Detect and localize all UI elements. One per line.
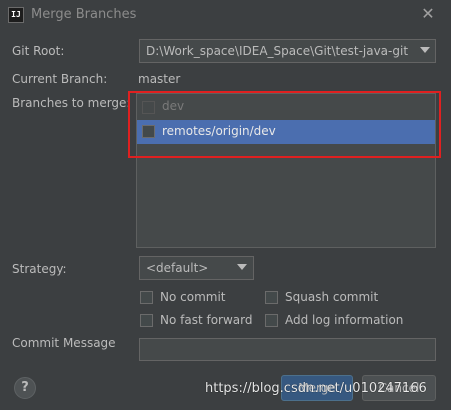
squash-commit-label: Squash commit <box>285 290 379 304</box>
branches-list[interactable]: dev remotes/origin/dev <box>136 93 436 248</box>
strategy-value: <default> <box>146 261 209 275</box>
current-branch-label: Current Branch: <box>12 72 108 86</box>
branch-name-dev: dev <box>162 99 185 113</box>
no-commit-label: No commit <box>160 290 226 304</box>
dialog-title: Merge Branches <box>31 7 137 22</box>
commit-message-field[interactable] <box>139 338 436 361</box>
remotes-origin-dev-checkbox[interactable] <box>142 125 155 138</box>
no-fast-forward-label: No fast forward <box>160 313 253 327</box>
chevron-down-icon <box>420 47 430 53</box>
add-log-information-checkbox[interactable] <box>265 314 278 327</box>
list-item-dev[interactable]: dev <box>137 95 435 119</box>
chevron-down-icon <box>237 264 247 270</box>
no-commit-checkbox[interactable] <box>140 291 153 304</box>
branch-name-remotes-origin-dev: remotes/origin/dev <box>162 124 276 138</box>
squash-commit-checkbox[interactable] <box>265 291 278 304</box>
commit-message-label: Commit Message <box>12 336 116 350</box>
close-icon[interactable]: ✕ <box>418 4 438 24</box>
strategy-label: Strategy: <box>12 262 67 276</box>
git-root-combobox[interactable]: D:\Work_space\IDEA_Space\Git\test-java-g… <box>139 39 436 63</box>
help-icon[interactable]: ? <box>14 377 36 399</box>
git-root-label: Git Root: <box>12 44 65 58</box>
add-log-information-label: Add log information <box>285 313 404 327</box>
current-branch-value: master <box>138 72 181 86</box>
list-item-remotes-origin-dev[interactable]: remotes/origin/dev <box>137 120 435 144</box>
dev-checkbox[interactable] <box>142 101 155 114</box>
git-root-value: D:\Work_space\IDEA_Space\Git\test-java-g… <box>146 44 409 58</box>
title-bar: IJ Merge Branches ✕ <box>0 0 451 30</box>
strategy-combobox[interactable]: <default> <box>139 256 254 280</box>
watermark-text: https://blog.csdn.net/u010247166 <box>205 381 427 396</box>
intellij-icon: IJ <box>8 7 24 23</box>
branches-to-merge-label: Branches to merge: <box>12 96 131 110</box>
no-fast-forward-checkbox[interactable] <box>140 314 153 327</box>
